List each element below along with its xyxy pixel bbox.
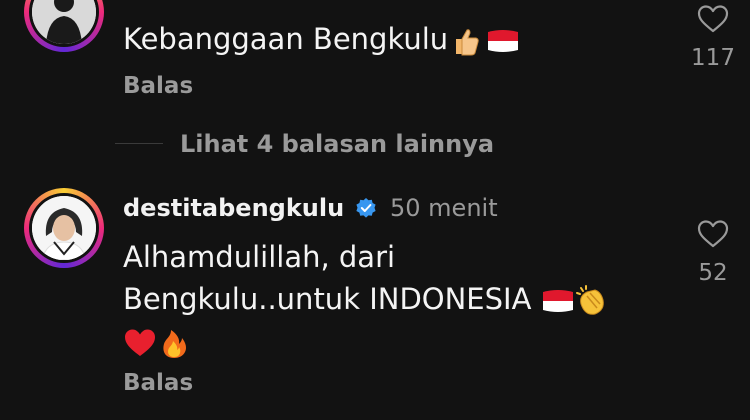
view-more-replies-button[interactable]: Lihat 4 balasan lainnya — [180, 130, 494, 158]
comment-text: Kebanggaan Bengkulu — [123, 18, 683, 60]
comment-text-line-with-emoji: Bengkulu..untuk INDONESIA — [123, 278, 683, 320]
emoji-line — [123, 320, 683, 362]
like-button[interactable] — [697, 219, 729, 249]
like-count: 52 — [698, 260, 728, 286]
divider-line — [115, 143, 163, 144]
comment-username[interactable]: destitabengkulu — [123, 194, 344, 222]
heart-outline-icon — [697, 5, 729, 33]
red-heart-emoji — [123, 326, 157, 360]
avatar-image — [32, 196, 96, 260]
reply-button[interactable]: Balas — [123, 73, 193, 99]
like-button[interactable] — [697, 4, 729, 34]
person-portrait-icon — [32, 196, 96, 260]
comment-timestamp: 50 menit — [390, 194, 498, 222]
verified-badge-icon — [356, 198, 376, 218]
comment-text: Alhamdulillah, dari Bengkulu..untuk INDO… — [123, 236, 683, 362]
fire-emoji — [157, 326, 191, 360]
reply-button[interactable]: Balas — [123, 370, 193, 396]
like-count: 117 — [691, 45, 735, 71]
avatar[interactable] — [24, 0, 104, 52]
comment-text-line: Bengkulu..untuk INDONESIA — [123, 282, 532, 316]
person-silhouette-icon — [32, 0, 96, 44]
avatar-image — [32, 0, 96, 44]
avatar[interactable] — [24, 188, 104, 268]
comment-text-line: Alhamdulillah, dari — [123, 240, 396, 274]
clapping-hands-emoji — [575, 284, 609, 318]
indonesia-flag-emoji — [541, 284, 575, 318]
heart-outline-icon — [697, 220, 729, 248]
comment-text-body: Kebanggaan Bengkulu — [123, 22, 449, 56]
thumbs-up-emoji — [448, 24, 482, 58]
indonesia-flag-emoji — [486, 24, 520, 58]
